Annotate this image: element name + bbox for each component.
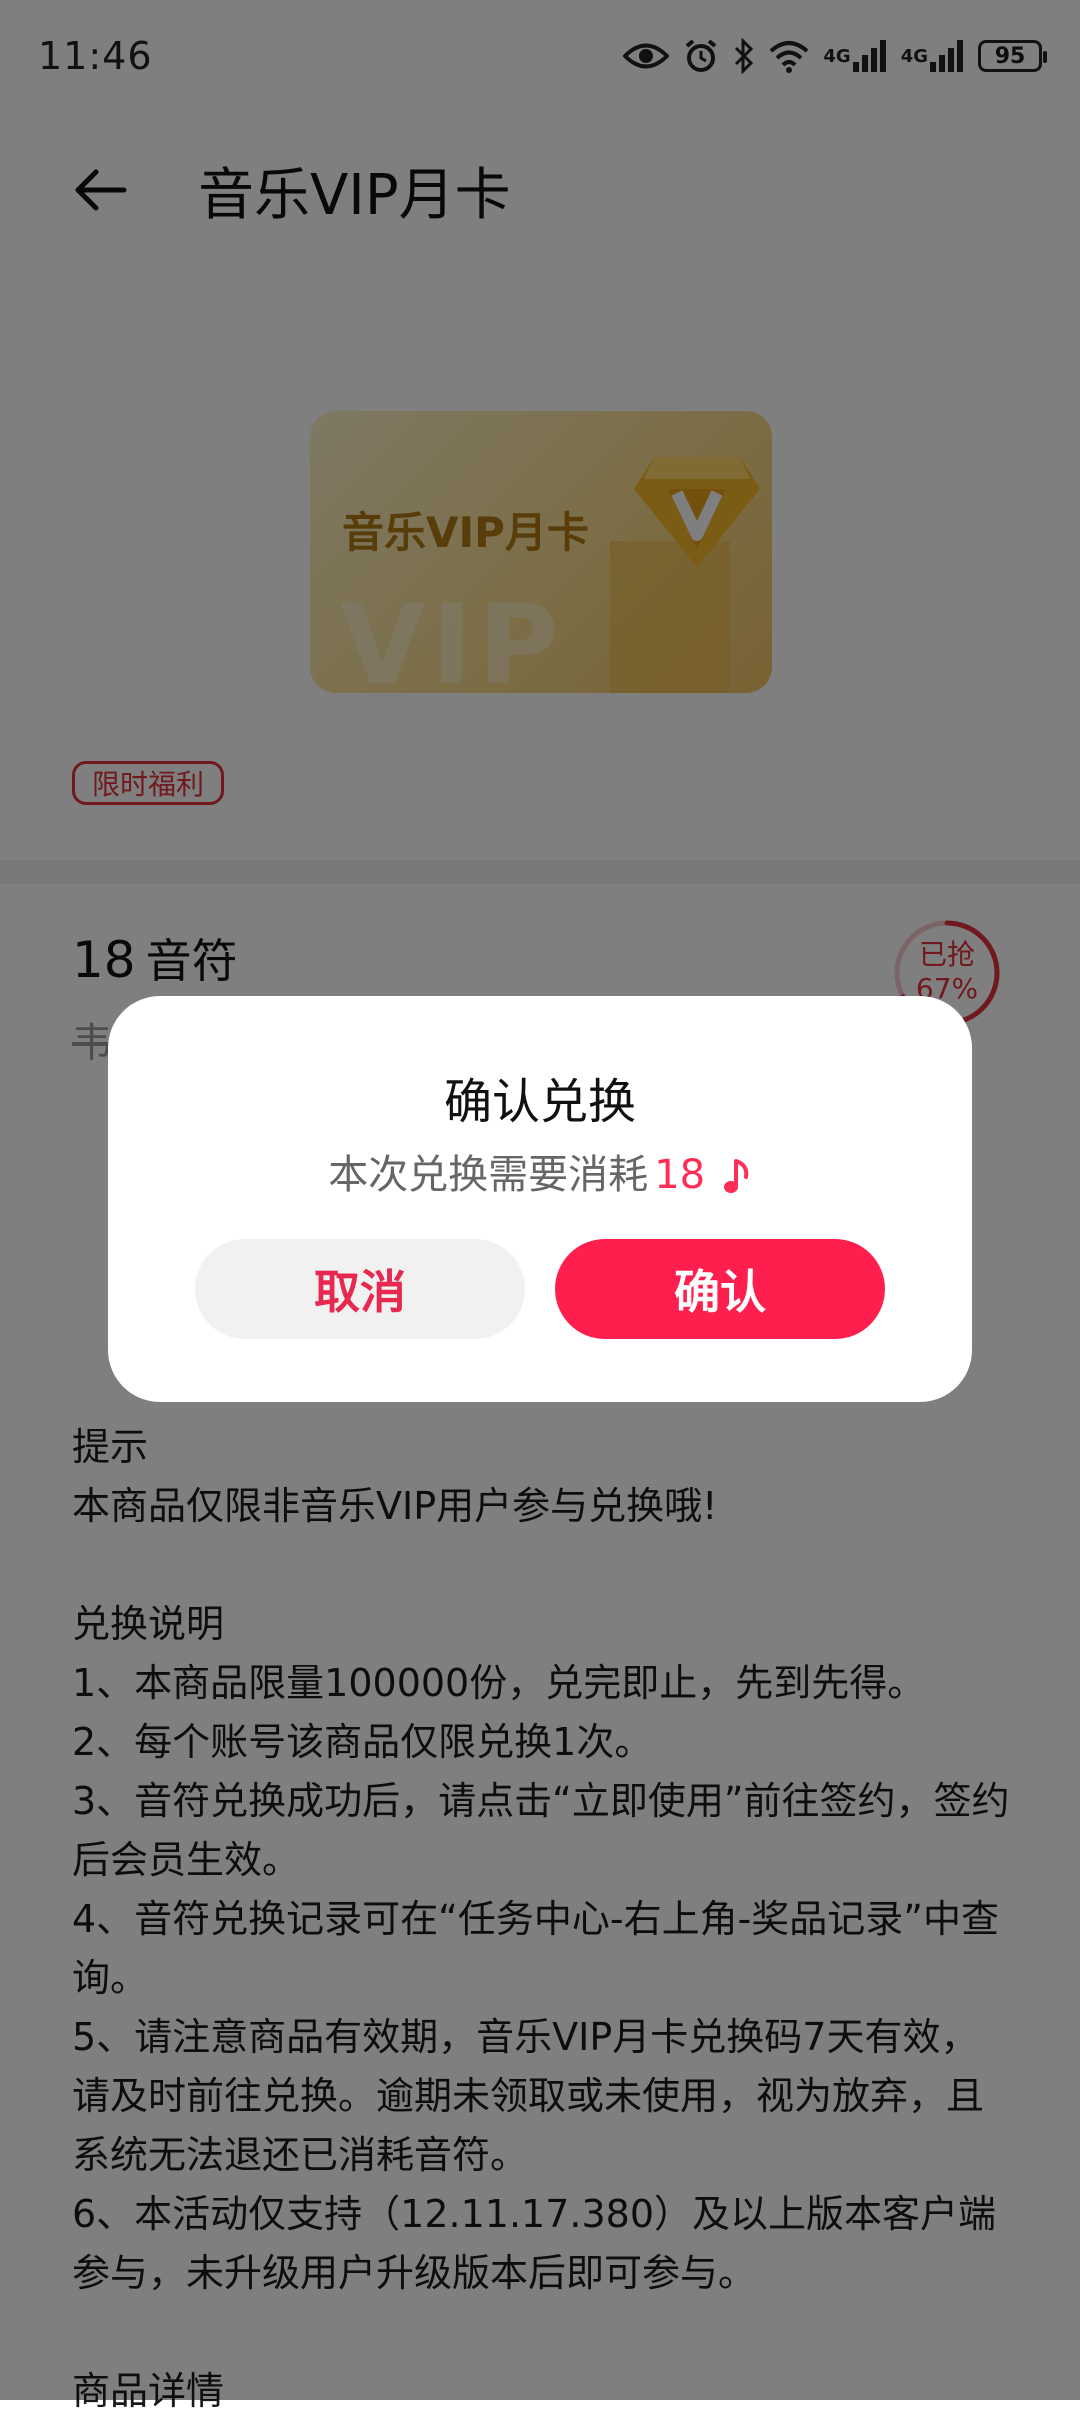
cancel-button[interactable]: 取消 xyxy=(195,1239,525,1339)
dialog-title: 确认兑换 xyxy=(443,1074,636,1130)
dialog-message-text: 本次兑换需要消耗 xyxy=(328,1152,649,1198)
confirm-button[interactable]: 确认 xyxy=(555,1239,885,1339)
confirm-dialog: 确认兑换 本次兑换需要消耗 18 取消 确认 xyxy=(108,996,972,1402)
music-note-icon xyxy=(723,1159,749,1193)
dialog-amount: 18 xyxy=(654,1152,706,1198)
dialog-message: 本次兑换需要消耗 18 xyxy=(108,1142,972,1200)
